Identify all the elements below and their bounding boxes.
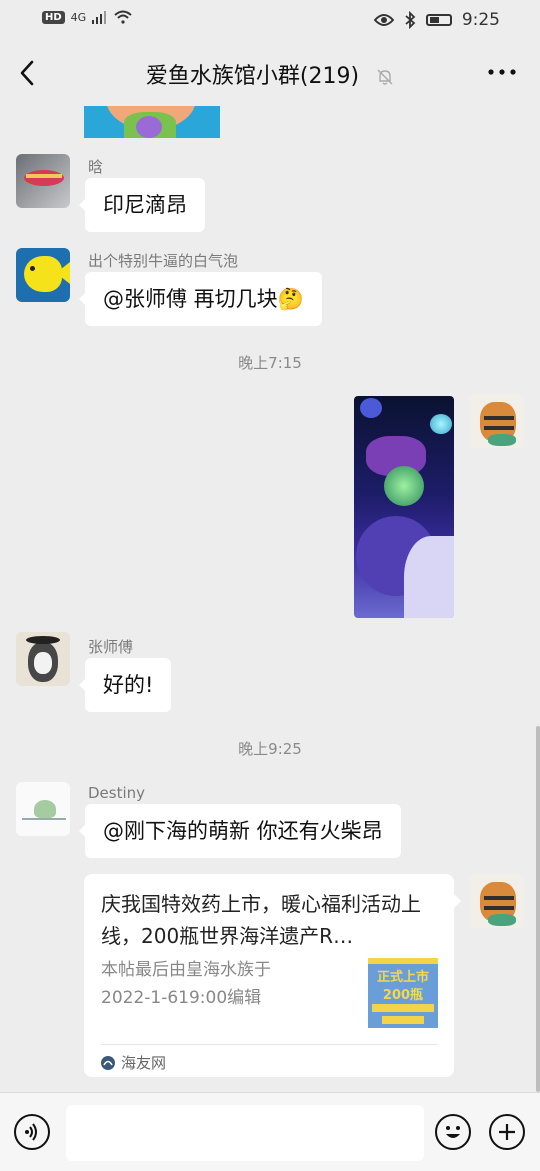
link-card-source: 海友网: [101, 1052, 166, 1073]
hd-badge: HD: [42, 10, 65, 24]
link-card-thumbnail: 正式上市 200瓶: [368, 958, 438, 1028]
link-card-title: 庆我国特效药上市，暖心福利活动上线，200瓶世界海洋遗产R…: [101, 892, 421, 948]
more-dots-icon: [488, 69, 516, 75]
thumb-text-2: 200瓶: [382, 988, 424, 1003]
link-card-source-name: 海友网: [121, 1054, 167, 1072]
battery-icon: [425, 14, 452, 26]
aquarium-image-message[interactable]: [354, 396, 454, 618]
nickname: 晗: [88, 158, 104, 176]
voice-icon: [25, 1123, 37, 1141]
timestamp: 晚上7:15: [238, 354, 302, 372]
wifi-icon: [114, 10, 132, 24]
message-bubble[interactable]: @刚下海的萌新 你还有火柴昂: [79, 804, 401, 858]
chat-scrollbar[interactable]: [536, 726, 540, 1092]
avatar-self[interactable]: [470, 394, 524, 448]
previous-image-message[interactable]: [84, 106, 220, 138]
link-card-divider: [101, 1044, 438, 1045]
status-bar: HD 4G 9:25: [0, 0, 540, 40]
timestamp: 晚上9:25: [238, 740, 302, 758]
network-label: 4G: [70, 10, 87, 24]
link-card-desc: 本帖最后由皇海水族于 2022-1-619:00编辑: [101, 956, 351, 1012]
nickname: 出个特别牛逼的白气泡: [88, 252, 239, 270]
chat-title: 爱鱼水族馆小群(219): [145, 64, 360, 89]
nickname: 张师傅: [88, 638, 134, 656]
message-input[interactable]: [66, 1105, 424, 1161]
avatar-晗[interactable]: [16, 154, 70, 208]
avatar-yellow-fish[interactable]: [16, 248, 70, 302]
chat-title-wrap: 爱鱼水族馆小群(219): [0, 58, 540, 90]
nickname: Destiny: [88, 784, 146, 802]
add-button[interactable]: [489, 1114, 525, 1150]
title-bar: 爱鱼水族馆小群(219): [0, 40, 540, 106]
chat-area[interactable]: 晗 印尼滴昂 出个特别牛逼的白气泡 @张师傅 再切几块🤔 晚上7:15 张师傅 …: [0, 106, 540, 1092]
emoji-icon: [446, 1126, 460, 1138]
message-bubble[interactable]: @张师傅 再切几块🤔: [79, 272, 322, 326]
link-card-desc-line2: 2022-1-619:00编辑: [101, 988, 262, 1008]
plus-icon: [499, 1124, 515, 1140]
avatar-self[interactable]: [470, 874, 524, 928]
status-left: HD 4G: [42, 10, 132, 24]
status-right: 9:25: [373, 10, 500, 30]
avatar-张师傅[interactable]: [16, 632, 70, 686]
message-bubble[interactable]: 好的!: [78, 658, 172, 712]
link-card-desc-line1: 本帖最后由皇海水族于: [101, 960, 271, 980]
bell-off-icon: [377, 69, 393, 85]
thumb-text-1: 正式上市: [376, 970, 429, 985]
eye-icon: [373, 14, 394, 26]
avatar-Destiny[interactable]: [16, 782, 70, 836]
link-card[interactable]: 庆我国特效药上市，暖心福利活动上线，200瓶世界海洋遗产R… 本帖最后由皇海水族…: [84, 874, 461, 1077]
signal-icon: [92, 11, 107, 24]
input-bar: [0, 1092, 540, 1171]
clock: 9:25: [461, 10, 500, 30]
message-bubble[interactable]: 印尼滴昂: [79, 178, 205, 232]
source-logo-icon: [101, 1055, 115, 1070]
emoji-button[interactable]: [435, 1114, 471, 1150]
voice-button[interactable]: [14, 1114, 50, 1150]
bluetooth-icon: [405, 11, 416, 29]
more-button[interactable]: [486, 62, 518, 82]
